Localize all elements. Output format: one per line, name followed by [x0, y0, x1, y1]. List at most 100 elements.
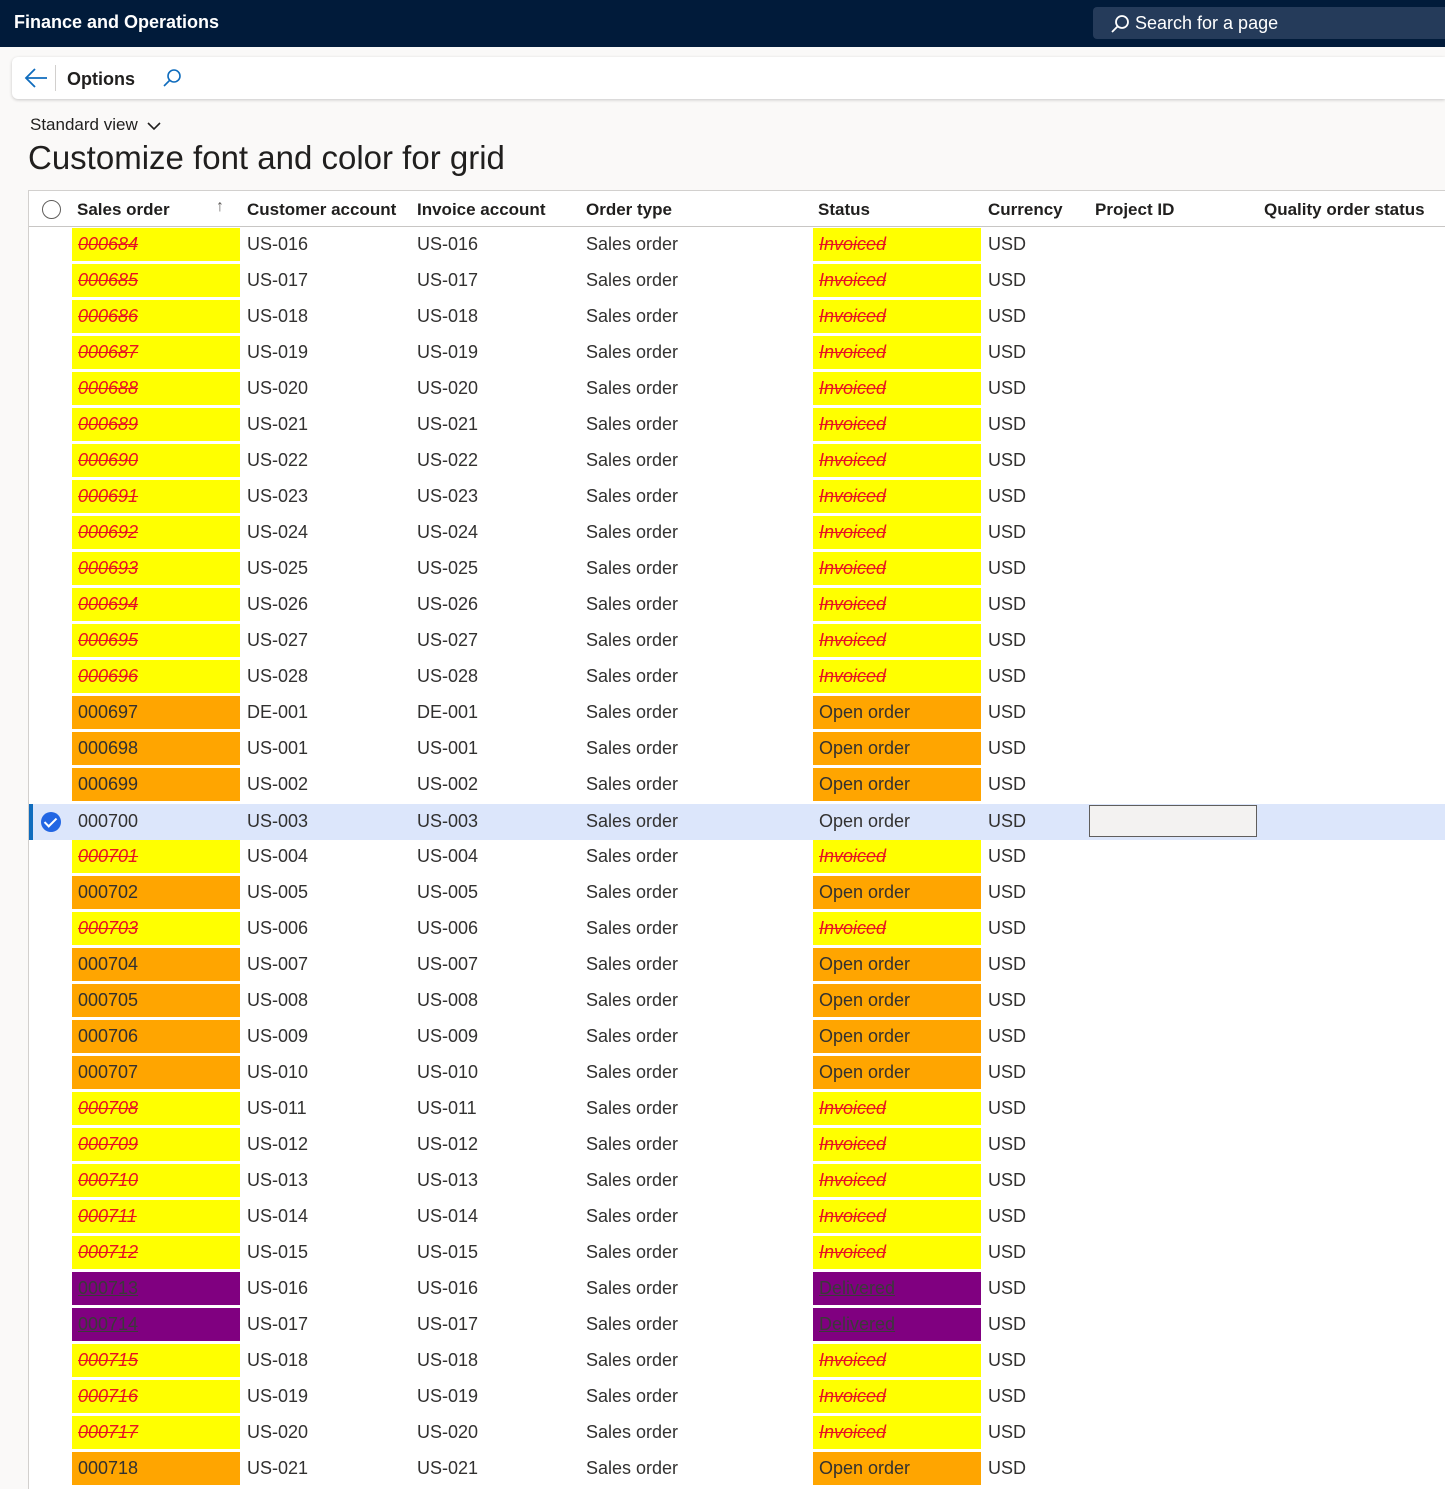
status-cell[interactable]: Open order	[813, 805, 981, 838]
invoice-account-cell[interactable]: US-013	[411, 1164, 579, 1197]
customer-account-cell[interactable]: US-009	[241, 1020, 409, 1053]
currency-cell[interactable]: USD	[982, 1020, 1082, 1053]
table-row[interactable]: 000713 US-016 US-016 Sales order Delivered US…	[29, 1272, 1445, 1308]
sales-order-cell[interactable]: 000688	[72, 372, 240, 405]
column-header-order-type[interactable]: Order type	[586, 200, 672, 220]
invoice-account-cell[interactable]: US-011	[411, 1092, 579, 1125]
currency-cell[interactable]: USD	[982, 516, 1082, 549]
customer-account-cell[interactable]: US-020	[241, 372, 409, 405]
order-type-cell[interactable]: Sales order	[580, 588, 810, 621]
order-type-cell[interactable]: Sales order	[580, 516, 810, 549]
order-type-cell[interactable]: Sales order	[580, 228, 810, 261]
table-row[interactable]: 000714 US-017 US-017 Sales order Delivered US…	[29, 1308, 1445, 1344]
table-row[interactable]: 000717 US-020 US-020 Sales order Invoiced USD	[29, 1416, 1445, 1452]
sales-order-cell[interactable]: 000707	[72, 1056, 240, 1089]
sales-order-cell[interactable]: 000700	[72, 805, 240, 838]
table-row[interactable]: 000701 US-004 US-004 Sales order Invoiced USD	[29, 840, 1445, 876]
order-type-cell[interactable]: Sales order	[580, 984, 810, 1017]
table-row[interactable]: 000688 US-020 US-020 Sales order Invoiced USD	[29, 372, 1445, 408]
sales-order-cell[interactable]: 000695	[72, 624, 240, 657]
status-cell[interactable]: Delivered	[813, 1272, 981, 1305]
table-row[interactable]: 000684 US-016 US-016 Sales order Invoiced USD	[29, 228, 1445, 264]
order-type-cell[interactable]: Sales order	[580, 948, 810, 981]
table-row[interactable]: 000694 US-026 US-026 Sales order Invoiced USD	[29, 588, 1445, 624]
status-cell[interactable]: Delivered	[813, 1308, 981, 1341]
page-search-box[interactable]: Search for a page	[1093, 7, 1445, 39]
order-type-cell[interactable]: Sales order	[580, 408, 810, 441]
status-cell[interactable]: Invoiced	[813, 408, 981, 441]
customer-account-cell[interactable]: US-013	[241, 1164, 409, 1197]
invoice-account-cell[interactable]: US-010	[411, 1056, 579, 1089]
customer-account-cell[interactable]: US-025	[241, 552, 409, 585]
table-row[interactable]: 000695 US-027 US-027 Sales order Invoiced USD	[29, 624, 1445, 660]
currency-cell[interactable]: USD	[982, 1272, 1082, 1305]
invoice-account-cell[interactable]: US-024	[411, 516, 579, 549]
column-header-status[interactable]: Status	[818, 200, 870, 220]
customer-account-cell[interactable]: US-019	[241, 336, 409, 369]
status-cell[interactable]: Invoiced	[813, 552, 981, 585]
order-type-cell[interactable]: Sales order	[580, 1308, 810, 1341]
customer-account-cell[interactable]: US-024	[241, 516, 409, 549]
order-type-cell[interactable]: Sales order	[580, 264, 810, 297]
sales-order-cell[interactable]: 000706	[72, 1020, 240, 1053]
currency-cell[interactable]: USD	[982, 805, 1082, 838]
table-row[interactable]: 000693 US-025 US-025 Sales order Invoiced USD	[29, 552, 1445, 588]
invoice-account-cell[interactable]: US-021	[411, 1452, 579, 1485]
table-row[interactable]: 000692 US-024 US-024 Sales order Invoiced USD	[29, 516, 1445, 552]
currency-cell[interactable]: USD	[982, 1128, 1082, 1161]
customer-account-cell[interactable]: US-001	[241, 732, 409, 765]
table-row[interactable]: 000705 US-008 US-008 Sales order Open order U…	[29, 984, 1445, 1020]
order-type-cell[interactable]: Sales order	[580, 1200, 810, 1233]
invoice-account-cell[interactable]: US-023	[411, 480, 579, 513]
table-row[interactable]: 000685 US-017 US-017 Sales order Invoiced USD	[29, 264, 1445, 300]
sort-ascending-icon[interactable]: ↑	[216, 198, 224, 216]
sales-order-cell[interactable]: 000705	[72, 984, 240, 1017]
sales-order-cell[interactable]: 000704	[72, 948, 240, 981]
status-cell[interactable]: Invoiced	[813, 228, 981, 261]
sales-order-cell[interactable]: 000712	[72, 1236, 240, 1269]
table-row[interactable]: 000709 US-012 US-012 Sales order Invoiced USD	[29, 1128, 1445, 1164]
currency-cell[interactable]: USD	[982, 588, 1082, 621]
invoice-account-cell[interactable]: US-020	[411, 1416, 579, 1449]
currency-cell[interactable]: USD	[982, 624, 1082, 657]
customer-account-cell[interactable]: US-005	[241, 876, 409, 909]
invoice-account-cell[interactable]: US-017	[411, 1308, 579, 1341]
invoice-account-cell[interactable]: US-001	[411, 732, 579, 765]
status-cell[interactable]: Invoiced	[813, 444, 981, 477]
customer-account-cell[interactable]: US-006	[241, 912, 409, 945]
app-title[interactable]: Finance and Operations	[14, 12, 219, 33]
order-type-cell[interactable]: Sales order	[580, 840, 810, 873]
invoice-account-cell[interactable]: US-005	[411, 876, 579, 909]
order-type-cell[interactable]: Sales order	[580, 1380, 810, 1413]
sales-order-cell[interactable]: 000693	[72, 552, 240, 585]
order-type-cell[interactable]: Sales order	[580, 1452, 810, 1485]
table-row[interactable]: 000698 US-001 US-001 Sales order Open order U…	[29, 732, 1445, 768]
invoice-account-cell[interactable]: US-006	[411, 912, 579, 945]
status-cell[interactable]: Invoiced	[813, 336, 981, 369]
customer-account-cell[interactable]: US-016	[241, 228, 409, 261]
currency-cell[interactable]: USD	[982, 336, 1082, 369]
table-row[interactable]: 000703 US-006 US-006 Sales order Invoiced USD	[29, 912, 1445, 948]
currency-cell[interactable]: USD	[982, 552, 1082, 585]
column-header-invoice-account[interactable]: Invoice account	[417, 200, 545, 220]
currency-cell[interactable]: USD	[982, 444, 1082, 477]
status-cell[interactable]: Open order	[813, 696, 981, 729]
invoice-account-cell[interactable]: US-002	[411, 768, 579, 801]
status-cell[interactable]: Invoiced	[813, 1092, 981, 1125]
currency-cell[interactable]: USD	[982, 768, 1082, 801]
order-type-cell[interactable]: Sales order	[580, 372, 810, 405]
status-cell[interactable]: Invoiced	[813, 840, 981, 873]
status-cell[interactable]: Invoiced	[813, 912, 981, 945]
order-type-cell[interactable]: Sales order	[580, 1020, 810, 1053]
currency-cell[interactable]: USD	[982, 1308, 1082, 1341]
customer-account-cell[interactable]: US-004	[241, 840, 409, 873]
table-row[interactable]: 000716 US-019 US-019 Sales order Invoiced USD	[29, 1380, 1445, 1416]
currency-cell[interactable]: USD	[982, 264, 1082, 297]
sales-order-cell[interactable]: 000709	[72, 1128, 240, 1161]
status-cell[interactable]: Open order	[813, 1056, 981, 1089]
customer-account-cell[interactable]: US-018	[241, 1344, 409, 1377]
invoice-account-cell[interactable]: US-019	[411, 336, 579, 369]
invoice-account-cell[interactable]: US-016	[411, 1272, 579, 1305]
table-row[interactable]: 000699 US-002 US-002 Sales order Open order U…	[29, 768, 1445, 804]
table-row[interactable]: 000686 US-018 US-018 Sales order Invoiced USD	[29, 300, 1445, 336]
